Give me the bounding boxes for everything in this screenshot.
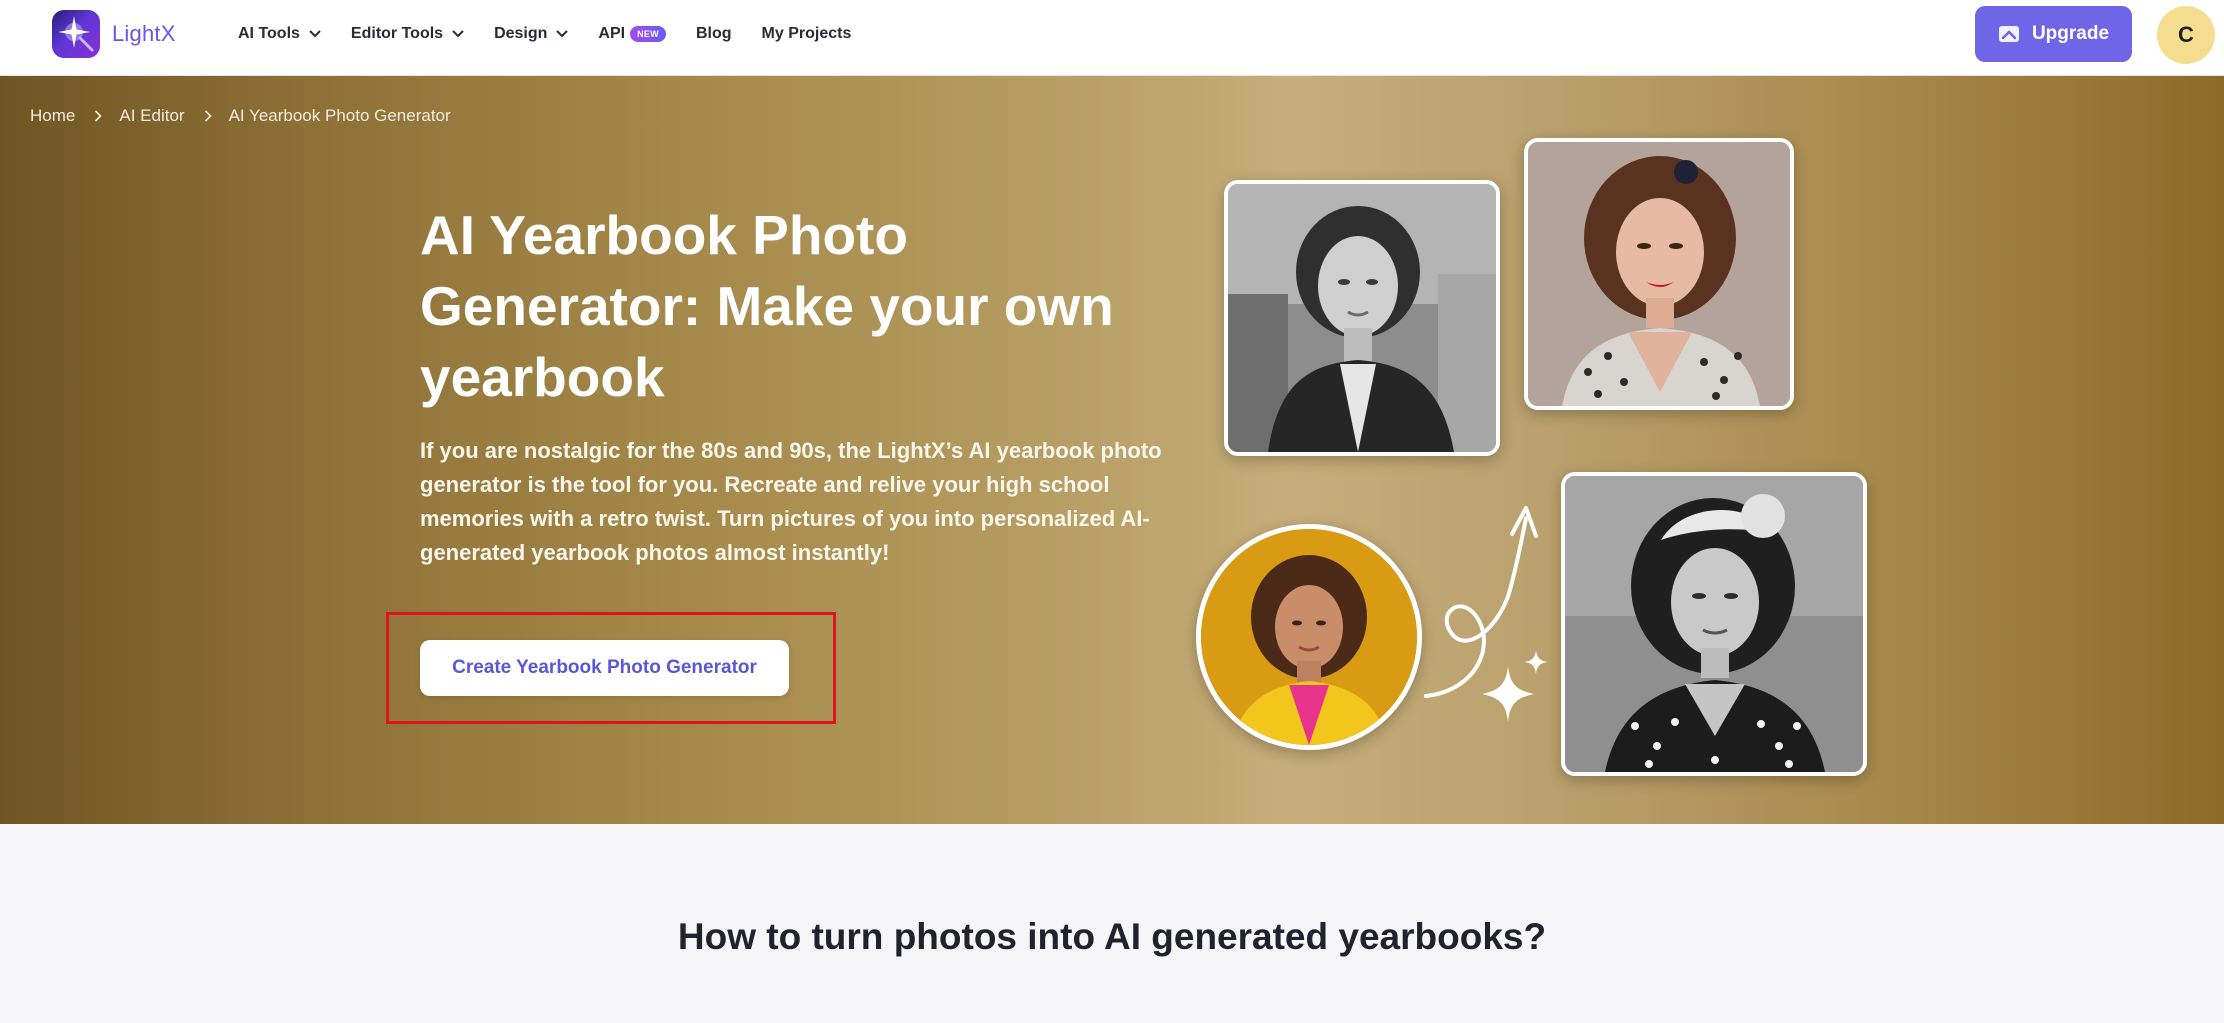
breadcrumb-ai-editor[interactable]: AI Editor — [119, 106, 184, 126]
chevron-down-icon — [309, 25, 321, 43]
nav-ai-tools[interactable]: AI Tools — [238, 25, 321, 43]
chevron-down-icon — [452, 25, 464, 43]
chevron-right-icon — [94, 110, 102, 122]
nav-my-projects-label: My Projects — [761, 25, 852, 42]
new-badge: NEW — [630, 26, 666, 42]
how-to-section-title: How to turn photos into AI generated yea… — [677, 916, 1547, 957]
upgrade-label: Upgrade — [2031, 23, 2110, 44]
main-navigation: AI Tools Editor Tools Design API NEW Blo… — [238, 0, 881, 68]
nav-design-label: Design — [494, 25, 548, 42]
nav-api[interactable]: API NEW — [598, 25, 666, 43]
logo-text: LightX — [112, 21, 176, 46]
breadcrumb: Home AI Editor AI Yearbook Photo Generat… — [30, 106, 451, 126]
bw-portrait-leather-jacket-image — [1224, 180, 1500, 456]
lightx-logo[interactable]: LightX — [52, 10, 176, 58]
nav-editor-tools-label: Editor Tools — [350, 25, 444, 42]
bw-portrait-headscarf-image — [1561, 472, 1867, 776]
nav-editor-tools[interactable]: Editor Tools — [351, 25, 464, 43]
chevron-down-icon — [556, 25, 569, 43]
breadcrumb-current-page: AI Yearbook Photo Generator — [228, 106, 451, 125]
nav-api-label: API — [598, 25, 626, 42]
upgrade-button[interactable]: Upgrade — [1975, 6, 2132, 62]
hero-section: Home AI Editor AI Yearbook Photo Generat… — [0, 76, 2224, 824]
original-portrait-yellow-jacket-image — [1196, 524, 1422, 750]
chevron-right-icon — [204, 110, 212, 122]
nav-ai-tools-label: AI Tools — [238, 25, 300, 42]
logo-icon — [52, 10, 100, 58]
top-navigation-bar: LightX AI Tools Editor Tools Design API … — [0, 0, 2224, 76]
hero-description: If you are nostalgic for the 80s and 90s… — [420, 438, 1162, 565]
nav-blog-label: Blog — [695, 25, 732, 42]
page-title: AI Yearbook Photo Generator: Make your o… — [420, 204, 1114, 408]
nav-design[interactable]: Design — [494, 25, 569, 43]
vintage-portrait-polka-dot-image — [1524, 138, 1794, 410]
breadcrumb-home[interactable]: Home — [30, 106, 75, 126]
nav-my-projects[interactable]: My Projects — [762, 25, 852, 43]
sparkle-icon — [1482, 650, 1548, 722]
upgrade-icon — [1998, 24, 2020, 44]
create-yearbook-photo-button[interactable]: Create Yearbook Photo Generator — [420, 640, 789, 696]
user-avatar[interactable]: C — [2157, 6, 2215, 64]
nav-blog[interactable]: Blog — [696, 25, 732, 43]
